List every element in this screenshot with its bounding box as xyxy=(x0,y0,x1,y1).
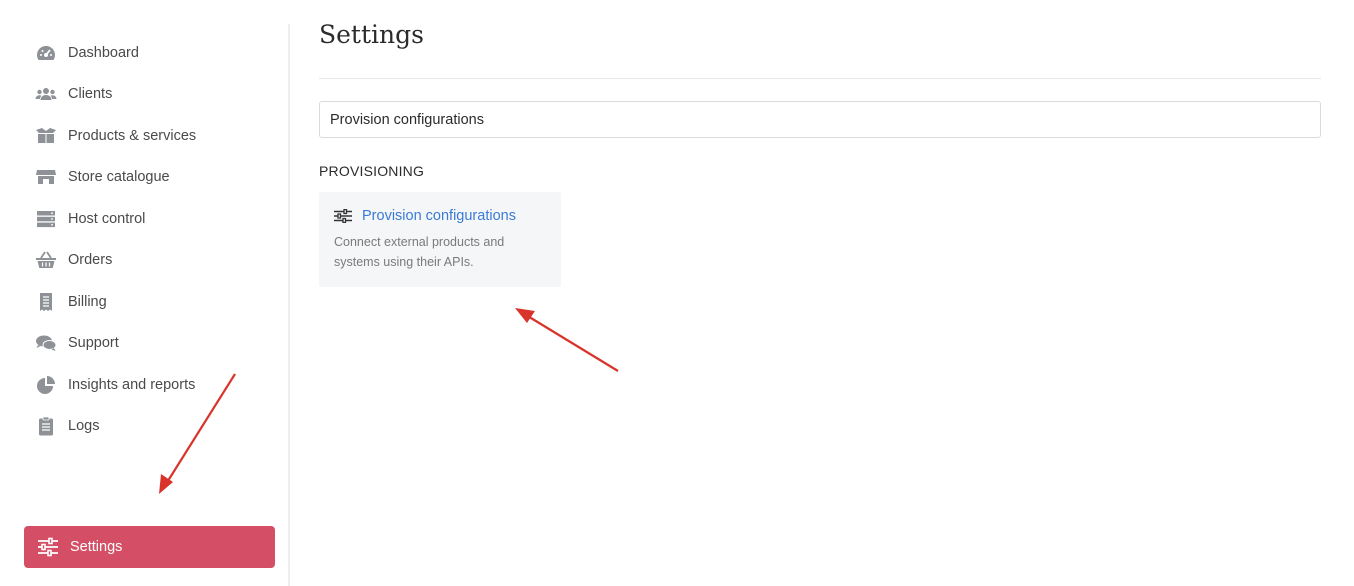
sidebar-item-dashboard[interactable]: Dashboard xyxy=(24,32,274,74)
sidebar-item-billing[interactable]: Billing xyxy=(24,281,274,323)
sidebar-item-label: Orders xyxy=(68,252,113,269)
sidebar-item-label: Products & services xyxy=(68,127,197,144)
sidebar-item-products-services[interactable]: Products & services xyxy=(24,115,274,157)
annotation-arrow-card xyxy=(515,308,619,372)
server-icon xyxy=(34,209,58,229)
page-title: Settings xyxy=(319,20,424,49)
sidebar: Dashboard Clients Products & services St… xyxy=(0,0,290,586)
gauge-icon xyxy=(34,43,58,63)
sidebar-item-settings[interactable]: Settings xyxy=(24,526,275,568)
settings-search-input[interactable] xyxy=(319,101,1321,138)
sidebar-item-label: Clients xyxy=(68,86,113,103)
sidebar-item-label: Host control xyxy=(68,210,146,227)
sidebar-item-store-catalogue[interactable]: Store catalogue xyxy=(24,157,274,199)
sidebar-divider xyxy=(288,24,290,586)
sidebar-nav: Dashboard Clients Products & services St… xyxy=(24,32,274,447)
sidebar-item-host-control[interactable]: Host control xyxy=(24,198,274,240)
settings-label: Settings xyxy=(70,539,123,555)
sidebar-item-orders[interactable]: Orders xyxy=(24,240,274,282)
sidebar-item-label: Dashboard xyxy=(68,44,139,61)
sidebar-item-logs[interactable]: Logs xyxy=(24,406,274,448)
sidebar-item-label: Insights and reports xyxy=(68,376,196,393)
card-title-link[interactable]: Provision configurations xyxy=(362,208,516,224)
users-icon xyxy=(34,84,58,104)
sidebar-item-label: Support xyxy=(68,335,119,352)
sidebar-item-label: Logs xyxy=(68,418,100,435)
sidebar-item-label: Billing xyxy=(68,293,107,310)
card-header: Provision configurations xyxy=(334,208,546,224)
sidebar-item-clients[interactable]: Clients xyxy=(24,74,274,116)
sliders-icon xyxy=(334,209,352,223)
title-divider xyxy=(319,78,1321,79)
provision-configurations-card[interactable]: Provision configurations Connect externa… xyxy=(319,192,561,287)
sidebar-item-insights-reports[interactable]: Insights and reports xyxy=(24,364,274,406)
store-icon xyxy=(34,167,58,187)
clipboard-icon xyxy=(34,416,58,436)
receipt-icon xyxy=(34,292,58,312)
section-heading: PROVISIONING xyxy=(319,163,425,179)
sidebar-item-support[interactable]: Support xyxy=(24,323,274,365)
chat-icon xyxy=(34,333,58,353)
sliders-icon xyxy=(36,537,60,557)
pie-chart-icon xyxy=(34,375,58,395)
box-icon xyxy=(34,126,58,146)
card-description: Connect external products and systems us… xyxy=(334,235,505,269)
sidebar-item-label: Store catalogue xyxy=(68,169,170,186)
basket-icon xyxy=(34,250,58,270)
